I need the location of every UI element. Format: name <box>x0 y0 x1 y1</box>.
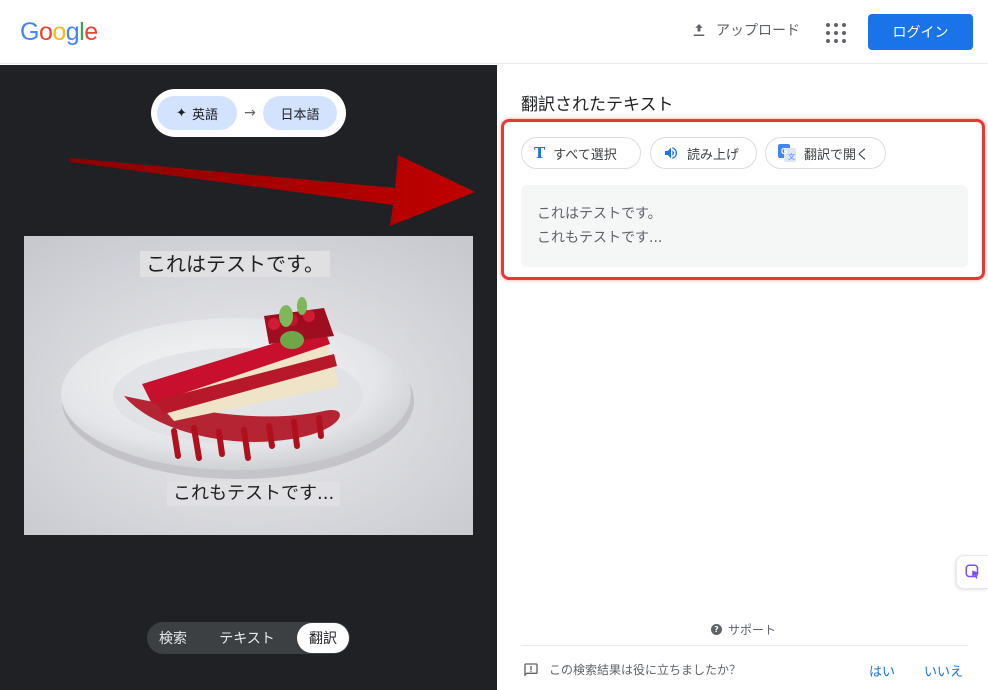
feedback-prompt: この検索結果は役に立ちましたか？ <box>523 661 741 678</box>
image-text-top[interactable]: これはテストです。 <box>140 251 330 277</box>
image-panel: ✦ 英語 → 日本語 これはテストです。 これもテストです... 検索 テキスト… <box>0 65 497 690</box>
logo-letter-o1: o <box>38 18 53 46</box>
upload-icon <box>693 24 705 36</box>
feedback-question: この検索結果は役に立ちましたか？ <box>549 663 742 677</box>
mode-switcher: 検索 テキスト 翻訳 <box>147 622 350 654</box>
read-aloud-label: 読み上げ <box>687 147 740 163</box>
google-logo[interactable]: Google <box>20 18 98 47</box>
support-label: サポート <box>728 623 777 637</box>
feedback-no-button[interactable]: いいえ <box>924 661 963 680</box>
upload-button[interactable]: アップロード <box>690 20 800 40</box>
apps-grid-icon[interactable] <box>826 23 846 43</box>
target-language-label: 日本語 <box>280 107 320 123</box>
language-selector: ✦ 英語 → 日本語 <box>151 89 346 137</box>
mode-search-tab[interactable]: 検索 <box>147 622 199 654</box>
upload-label: アップロード <box>716 23 800 39</box>
source-language-chip[interactable]: ✦ 英語 <box>157 96 237 130</box>
side-panel-tab[interactable] <box>956 555 988 589</box>
svg-text:G: G <box>781 147 787 156</box>
google-translate-icon: G 文 <box>778 144 796 162</box>
translated-line-1: これはテストです。 <box>537 206 662 222</box>
select-all-label: すべて選択 <box>553 147 617 163</box>
open-in-translate-button[interactable]: G 文 翻訳で開く <box>765 137 886 169</box>
cursor-pointer-icon <box>965 564 979 579</box>
result-panel: 翻訳されたテキスト T すべて選択 読み上げ G 文 翻訳で開く これはテストで… <box>497 65 988 690</box>
image-text-bottom[interactable]: これもテストです... <box>167 482 341 506</box>
sparkle-icon: ✦ <box>176 105 187 121</box>
logo-letter-g: G <box>20 18 39 46</box>
divider <box>521 645 968 646</box>
select-all-button[interactable]: T すべて選択 <box>521 137 641 169</box>
read-aloud-button[interactable]: 読み上げ <box>650 137 757 169</box>
feedback-yes-button[interactable]: はい <box>869 661 895 680</box>
mode-translate-tab[interactable]: 翻訳 <box>297 623 349 653</box>
feedback-icon <box>524 662 538 677</box>
source-language-label: 英語 <box>191 107 218 123</box>
logo-letter-g2: g <box>65 18 80 46</box>
speaker-icon <box>665 147 678 159</box>
open-in-translate-label: 翻訳で開く <box>804 147 870 163</box>
uploaded-image[interactable]: これはテストです。 これもテストです... <box>24 236 473 535</box>
text-format-icon: T <box>534 144 546 162</box>
top-bar: Google アップロード ログイン <box>0 0 988 64</box>
svg-text:文: 文 <box>788 152 795 161</box>
logo-letter-o2: o <box>52 18 66 46</box>
mode-text-tab[interactable]: テキスト <box>199 622 295 654</box>
target-language-chip[interactable]: 日本語 <box>263 96 337 130</box>
translated-line-2: これもテストです... <box>537 230 663 246</box>
logo-letter-e: e <box>84 18 98 46</box>
arrow-right-icon: → <box>244 105 256 121</box>
support-link[interactable]: ? サポート <box>711 621 776 638</box>
help-icon: ? <box>711 624 722 635</box>
translated-text-box[interactable]: これはテストです。 これもテストです... <box>521 185 968 267</box>
login-button[interactable]: ログイン <box>868 14 973 50</box>
result-title: 翻訳されたテキスト <box>521 95 674 115</box>
